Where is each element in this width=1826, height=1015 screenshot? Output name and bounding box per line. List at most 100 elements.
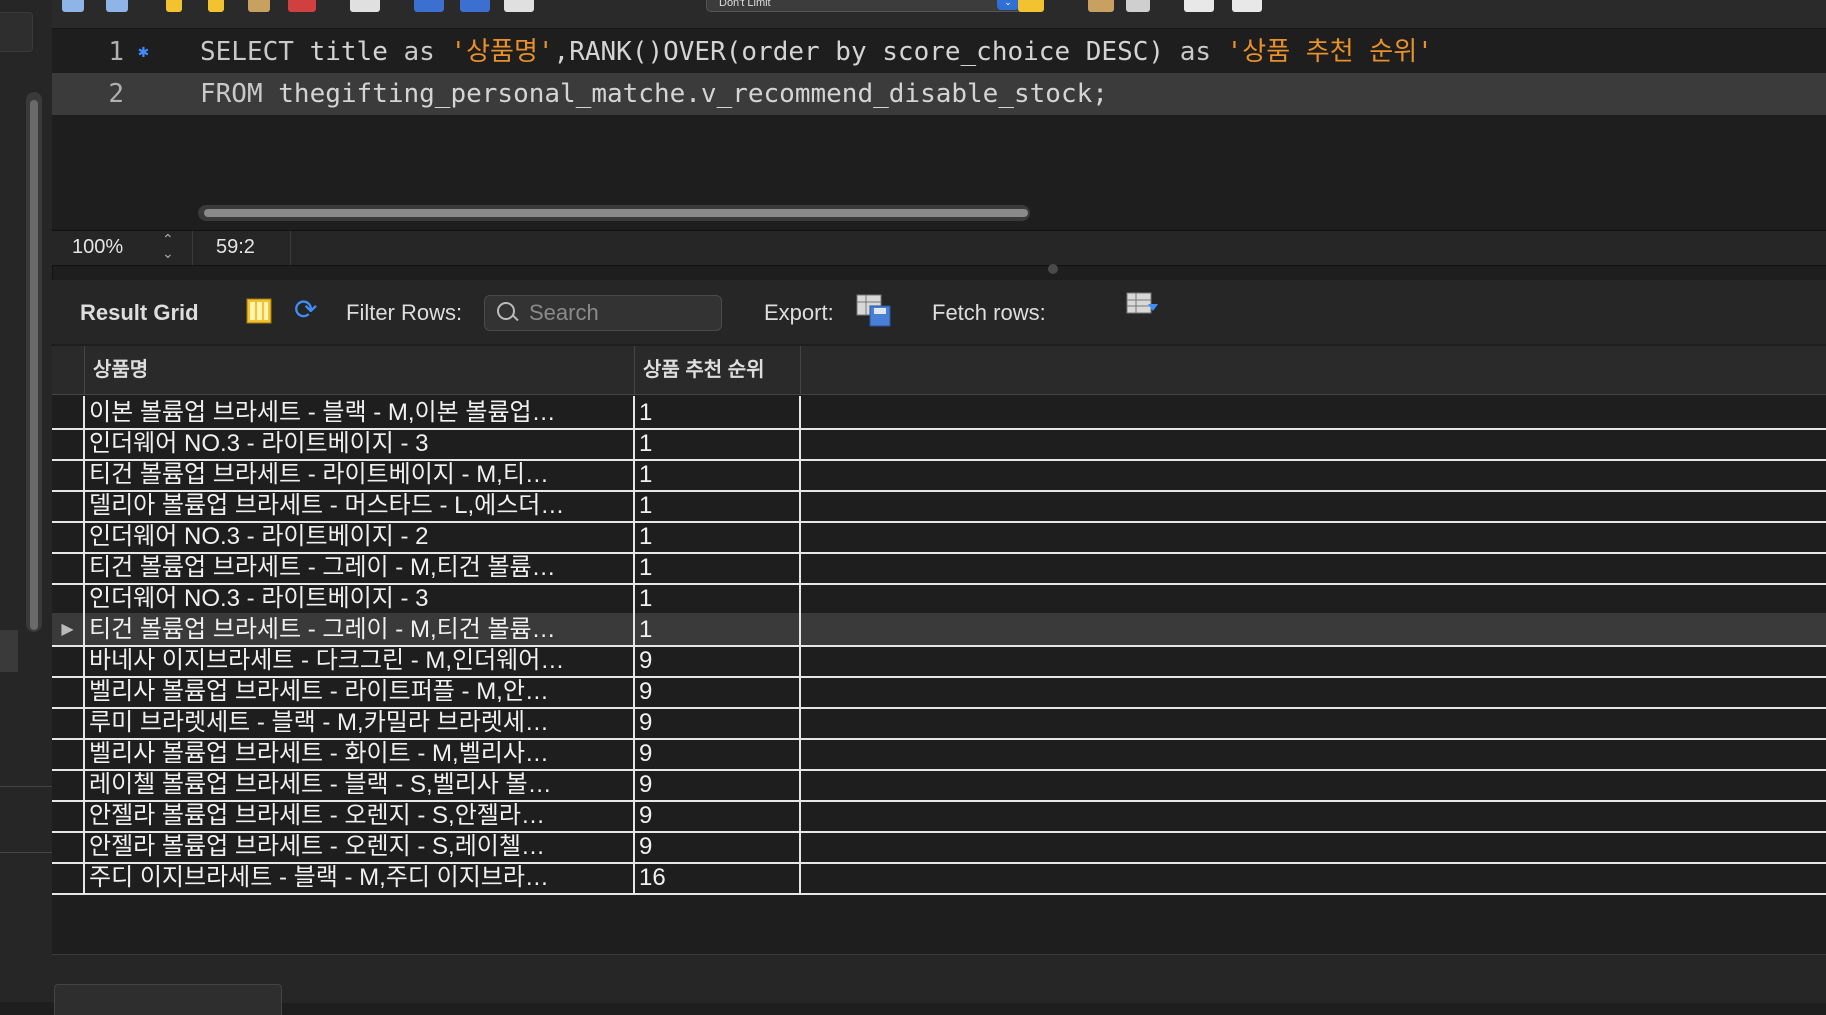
cell-title[interactable]: 안젤라 볼륨업 브라세트 - 오렌지 - S,안젤라…	[85, 799, 635, 833]
fetch-rows-icon[interactable]	[1126, 292, 1160, 322]
zoom-stepper-icon[interactable]: ⌃ ⌄	[162, 232, 174, 260]
table-row[interactable]: 인더웨어 NO.3 - 라이트베이지 - 31	[52, 582, 1826, 616]
cell-title[interactable]: 티건 볼륨업 브라세트 - 그레이 - M,티건 볼륨…	[85, 551, 635, 585]
left-panel-tab[interactable]	[0, 12, 33, 52]
export-icon[interactable]	[856, 294, 892, 328]
commit-icon[interactable]	[414, 0, 444, 12]
table-row[interactable]: 인더웨어 NO.3 - 라이트베이지 - 31	[52, 427, 1826, 461]
sql-editor[interactable]: 1 ✱ SELECT title as '상품명',RANK()OVER(ord…	[52, 29, 1826, 229]
row-marker[interactable]	[52, 520, 85, 554]
row-marker[interactable]	[52, 861, 85, 895]
beautify-broom-icon[interactable]	[1088, 0, 1114, 12]
cell-rank[interactable]: 9	[635, 644, 801, 678]
cell-title[interactable]: 안젤라 볼륨업 브라세트 - 오렌지 - S,레이첼…	[85, 830, 635, 864]
row-marker[interactable]	[52, 427, 85, 461]
row-marker[interactable]	[52, 489, 85, 523]
cell-title[interactable]: 레이첼 볼륨업 브라세트 - 블랙 - S,벨리사 볼…	[85, 768, 635, 802]
save-icon[interactable]	[106, 0, 128, 12]
add-snippet-star-icon[interactable]	[1018, 0, 1044, 12]
row-marker[interactable]	[52, 551, 85, 585]
editor-line-1[interactable]: 1 ✱ SELECT title as '상품명',RANK()OVER(ord…	[52, 31, 1826, 73]
explain-magnifier-icon[interactable]	[248, 0, 270, 12]
cell-rank[interactable]: 9	[635, 830, 801, 864]
cell-title[interactable]: 루미 브라렛세트 - 블랙 - M,카밀라 브라렛세…	[85, 706, 635, 740]
table-row[interactable]: 이본 볼륨업 브라세트 - 블랙 - M,이본 볼륨업… 1	[52, 396, 1826, 430]
left-panel-selected-item[interactable]	[0, 630, 18, 672]
row-marker[interactable]	[52, 706, 85, 740]
cell-rank[interactable]: 9	[635, 799, 801, 833]
panel-splitter-handle[interactable]	[1048, 264, 1058, 274]
invisible-chars-icon[interactable]	[1184, 0, 1214, 12]
cell-rank[interactable]: 1	[635, 458, 801, 492]
row-marker[interactable]	[52, 768, 85, 802]
cell-rank[interactable]: 9	[635, 737, 801, 771]
cell-rank[interactable]: 1	[635, 613, 801, 647]
row-marker[interactable]	[52, 799, 85, 833]
cell-rank[interactable]: 1	[635, 551, 801, 585]
table-row[interactable]: 레이첼 볼륨업 브라세트 - 블랙 - S,벨리사 볼… 9	[52, 768, 1826, 802]
row-marker[interactable]	[52, 644, 85, 678]
refresh-icon[interactable]: ⟳	[294, 296, 317, 324]
cell-title[interactable]: 벨리사 볼륨업 브라세트 - 라이트퍼플 - M,안…	[85, 675, 635, 709]
editor-horizontal-scrollbar-thumb[interactable]	[204, 209, 1028, 217]
row-marker[interactable]	[52, 582, 85, 616]
cell-title[interactable]: 벨리사 볼륨업 브라세트 - 화이트 - M,벨리사…	[85, 737, 635, 771]
cell-rank[interactable]: 1	[635, 427, 801, 461]
cell-title[interactable]: 티건 볼륨업 브라세트 - 라이트베이지 - M,티…	[85, 458, 635, 492]
result-tab[interactable]	[54, 984, 282, 1015]
filter-search-box[interactable]	[484, 295, 722, 331]
grid-columns-icon[interactable]	[246, 298, 272, 324]
table-row[interactable]: 티건 볼륨업 브라세트 - 그레이 - M,티건 볼륨… 1	[52, 551, 1826, 585]
toggle-error-icon[interactable]	[350, 0, 380, 12]
table-row[interactable]: 인더웨어 NO.3 - 라이트베이지 - 21	[52, 520, 1826, 554]
filter-search-input[interactable]	[529, 300, 709, 326]
result-grid[interactable]: 상품명 상품 추천 순위 이본 볼륨업 브라세트 - 블랙 - M,이본 볼륨업…	[52, 346, 1826, 954]
table-row[interactable]: ▶ 티건 볼륨업 브라세트 - 그레이 - M,티건 볼륨… 1	[52, 613, 1826, 647]
cell-rank[interactable]: 1	[635, 520, 801, 554]
table-row[interactable]: 안젤라 볼륨업 브라세트 - 오렌지 - S,레이첼… 9	[52, 830, 1826, 864]
stop-icon[interactable]	[288, 0, 316, 12]
editor-line-2[interactable]: 2 FROM thegifting_personal_matche.v_reco…	[52, 73, 1826, 115]
table-row[interactable]: 루미 브라렛세트 - 블랙 - M,카밀라 브라렛세… 9	[52, 706, 1826, 740]
left-panel-scrollbar-thumb[interactable]	[30, 100, 38, 630]
table-row[interactable]: 티건 볼륨업 브라세트 - 라이트베이지 - M,티… 1	[52, 458, 1826, 492]
row-marker[interactable]	[52, 396, 85, 430]
table-row[interactable]: 벨리사 볼륨업 브라세트 - 라이트퍼플 - M,안… 9	[52, 675, 1826, 709]
table-row[interactable]: 벨리사 볼륨업 브라세트 - 화이트 - M,벨리사… 9	[52, 737, 1826, 771]
column-header-rank[interactable]: 상품 추천 순위	[635, 346, 801, 394]
cell-rank[interactable]: 9	[635, 706, 801, 740]
cell-rank[interactable]: 9	[635, 675, 801, 709]
word-wrap-icon[interactable]	[1232, 0, 1262, 12]
cell-title[interactable]: 델리아 볼륨업 브라세트 - 머스타드 - L,에스더…	[85, 489, 635, 523]
cell-title[interactable]: 주디 이지브라세트 - 블랙 - M,주디 이지브라…	[85, 861, 635, 895]
execute-lightning-icon[interactable]	[166, 0, 182, 12]
row-marker[interactable]	[52, 737, 85, 771]
row-marker[interactable]	[52, 675, 85, 709]
row-marker[interactable]: ▶	[52, 613, 85, 647]
cell-title[interactable]: 바네사 이지브라세트 - 다크그린 - M,인더웨어…	[85, 644, 635, 678]
row-marker[interactable]	[52, 830, 85, 864]
cell-rank[interactable]: 16	[635, 861, 801, 895]
column-header-title[interactable]: 상품명	[85, 346, 635, 394]
cell-title[interactable]: 인더웨어 NO.3 - 라이트베이지 - 3	[85, 427, 635, 461]
cell-title[interactable]: 티건 볼륨업 브라세트 - 그레이 - M,티건 볼륨…	[85, 613, 635, 647]
cell-title[interactable]: 인더웨어 NO.3 - 라이트베이지 - 3	[85, 582, 635, 616]
cell-title[interactable]: 인더웨어 NO.3 - 라이트베이지 - 2	[85, 520, 635, 554]
table-row[interactable]: 델리아 볼륨업 브라세트 - 머스타드 - L,에스더… 1	[52, 489, 1826, 523]
cell-rank[interactable]: 1	[635, 582, 801, 616]
table-row[interactable]: 주디 이지브라세트 - 블랙 - M,주디 이지브라… 16	[52, 861, 1826, 895]
open-file-icon[interactable]	[62, 0, 84, 12]
cell-rank[interactable]: 1	[635, 396, 801, 430]
limit-rows-select[interactable]: Don't Limit ⌄	[706, 0, 1024, 12]
table-row[interactable]: 안젤라 볼륨업 브라세트 - 오렌지 - S,안젤라… 9	[52, 799, 1826, 833]
cell-rank[interactable]: 1	[635, 489, 801, 523]
statement-marker-icon[interactable]: ✱	[138, 31, 149, 73]
find-magnifier-icon[interactable]	[1126, 0, 1150, 12]
cell-title[interactable]: 이본 볼륨업 브라세트 - 블랙 - M,이본 볼륨업…	[85, 396, 635, 430]
rollback-icon[interactable]	[460, 0, 490, 12]
execute-current-icon[interactable]	[208, 0, 224, 12]
table-row[interactable]: 바네사 이지브라세트 - 다크그린 - M,인더웨어… 9	[52, 644, 1826, 678]
cell-rank[interactable]: 9	[635, 768, 801, 802]
row-marker[interactable]	[52, 458, 85, 492]
zoom-level[interactable]: 100%	[72, 236, 123, 259]
